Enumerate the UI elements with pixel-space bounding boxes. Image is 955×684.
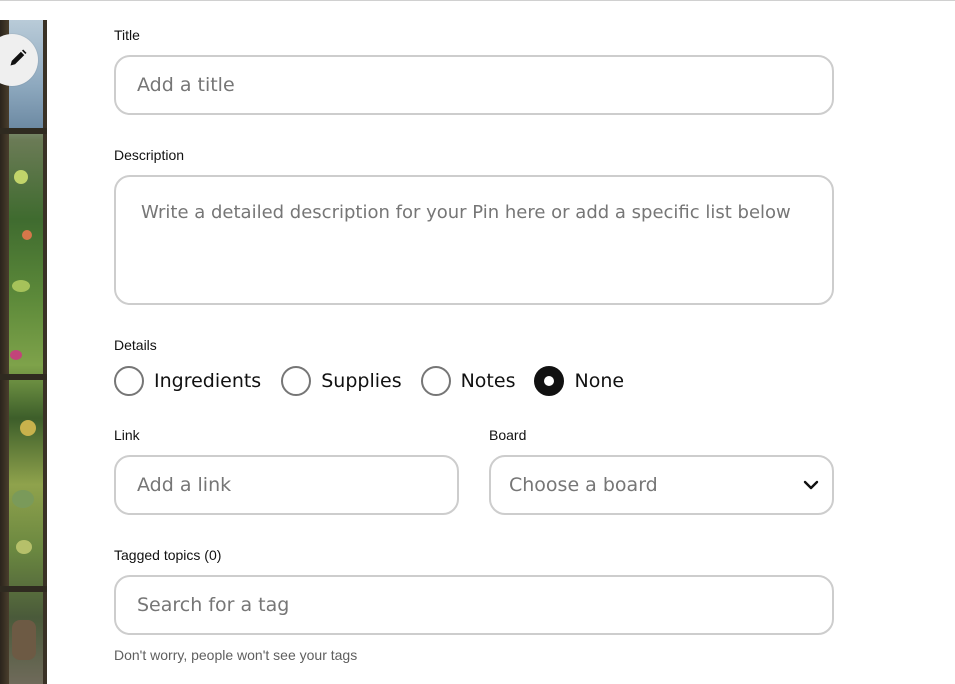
details-label: Details xyxy=(114,337,157,353)
tag-search-placeholder: Search for a tag xyxy=(137,594,290,616)
preview-window-frame-right xyxy=(43,20,47,684)
board-select[interactable]: Choose a board xyxy=(489,455,834,515)
radio-selected-dot xyxy=(544,376,555,386)
description-placeholder: Write a detailed description for your Pi… xyxy=(141,202,791,223)
preview-plant xyxy=(12,280,30,292)
link-input[interactable]: Add a link xyxy=(114,455,459,515)
tagged-topics-label: Tagged topics (0) xyxy=(114,547,222,563)
radio-button[interactable] xyxy=(281,366,312,396)
top-divider xyxy=(0,0,955,1)
preview-plant xyxy=(14,170,28,184)
tags-helper-text: Don't worry, people won't see your tags xyxy=(114,647,358,663)
chevron-down-icon xyxy=(802,476,820,494)
preview-window-frame xyxy=(0,20,9,684)
board-label: Board xyxy=(489,427,527,443)
radio-option-none[interactable]: None xyxy=(534,366,624,396)
preview-window-mullion xyxy=(0,374,47,380)
preview-plant xyxy=(12,490,34,508)
radio-button[interactable] xyxy=(420,366,451,396)
radio-option-supplies[interactable]: Supplies xyxy=(281,366,402,396)
tag-search-input[interactable]: Search for a tag xyxy=(114,575,834,635)
board-placeholder: Choose a board xyxy=(509,474,658,496)
description-label: Description xyxy=(114,147,185,163)
preview-flower xyxy=(10,350,22,360)
title-input[interactable]: Add a title xyxy=(114,55,834,115)
preview-plant xyxy=(16,540,32,554)
title-placeholder: Add a title xyxy=(137,74,235,96)
preview-plant xyxy=(20,420,36,436)
radio-label: None xyxy=(574,370,625,392)
description-textarea[interactable]: Write a detailed description for your Pi… xyxy=(114,175,834,305)
pin-image-preview xyxy=(0,20,47,684)
title-label: Title xyxy=(114,27,140,43)
link-label: Link xyxy=(114,427,140,443)
preview-flower xyxy=(22,230,32,240)
preview-window-mullion xyxy=(0,586,47,592)
pin-edit-form-page: Title Add a title Description Write a de… xyxy=(0,0,955,684)
radio-label: Notes xyxy=(460,370,516,392)
radio-label: Ingredients xyxy=(154,370,262,392)
radio-button[interactable] xyxy=(114,366,144,396)
preview-window-mullion xyxy=(0,128,47,134)
radio-option-notes[interactable]: Notes xyxy=(420,366,516,396)
radio-option-ingredients[interactable]: Ingredients xyxy=(114,366,261,396)
radio-button-selected[interactable] xyxy=(534,366,565,396)
pencil-icon xyxy=(8,48,28,73)
link-placeholder: Add a link xyxy=(137,474,232,496)
details-radio-group: Ingredients Supplies Notes None xyxy=(114,365,644,397)
preview-pot xyxy=(12,620,36,660)
radio-label: Supplies xyxy=(321,370,402,392)
